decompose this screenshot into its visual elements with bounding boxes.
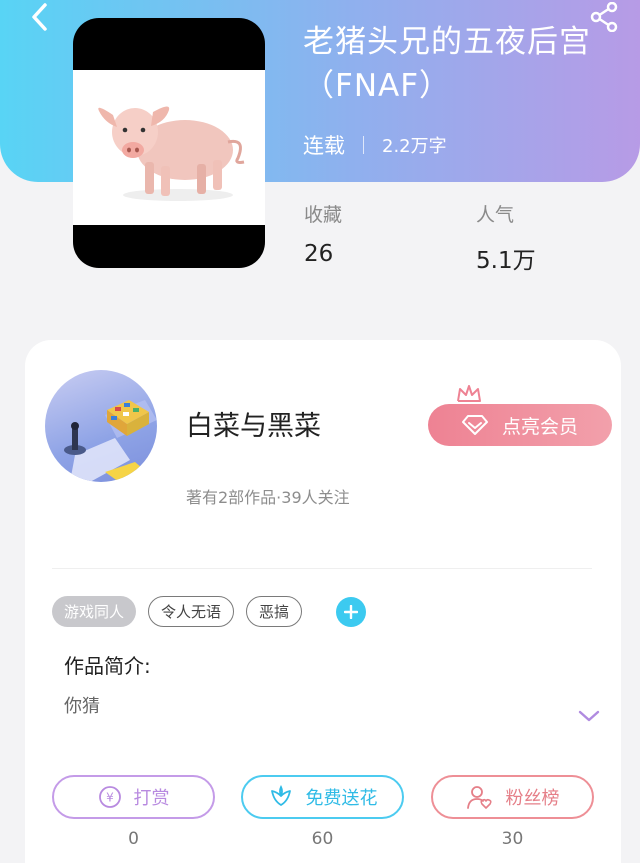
send-flower-button[interactable]: 免费送花 (241, 775, 404, 819)
stat-popularity: 人气 5.1万 (476, 200, 536, 275)
tag-item[interactable]: 恶搞 (246, 596, 303, 627)
vip-button[interactable]: 点亮会员 (428, 404, 612, 446)
book-status-row: 连载 2.2万字 (303, 130, 447, 160)
svg-text:¥: ¥ (106, 791, 114, 805)
avatar-image (64, 400, 157, 482)
stat-favorites: 收藏 26 (304, 200, 342, 267)
stat-popularity-value: 5.1万 (476, 248, 536, 274)
fans-ranking-button-label: 粉丝榜 (505, 788, 560, 809)
serialization-status: 连载 (303, 134, 345, 158)
book-title: 老猪头兄的五夜后宫（FNAF） (303, 24, 591, 104)
tag-item[interactable]: 游戏同人 (52, 596, 137, 627)
stat-popularity-label: 人气 (476, 204, 515, 226)
tag-item[interactable]: 令人无语 (148, 596, 235, 627)
author-avatar[interactable] (45, 370, 157, 482)
flower-count: 60 (311, 829, 334, 849)
add-tag-button[interactable] (336, 596, 367, 627)
stat-favorites-value: 26 (304, 241, 334, 267)
plus-icon (344, 604, 359, 619)
stat-favorites-label: 收藏 (304, 204, 343, 226)
chevron-down-icon (578, 710, 600, 722)
word-count: 2.2万字 (382, 136, 447, 157)
cover-image (73, 70, 265, 225)
flower-icon (268, 785, 294, 809)
fans-ranking-icon (466, 784, 494, 810)
pig-illustration (98, 106, 245, 201)
send-flower-button-label: 免费送花 (305, 788, 378, 809)
back-button[interactable] (22, 0, 56, 34)
diamond-icon (461, 414, 488, 436)
section-divider (52, 568, 592, 569)
status-divider (363, 136, 364, 154)
intro-title: 作品简介: (64, 654, 151, 678)
tip-count: 0 (128, 829, 139, 849)
author-name[interactable]: 白菜与黑菜 (186, 404, 321, 443)
book-cover[interactable] (73, 18, 265, 268)
tip-button-label: 打赏 (133, 788, 170, 809)
back-chevron-icon (32, 3, 47, 31)
author-meta: 著有2部作品·39人关注 (186, 488, 350, 507)
fans-count: 30 (501, 829, 524, 849)
fans-ranking-button[interactable]: 粉丝榜 (431, 775, 594, 819)
tag-list: 游戏同人 令人无语 恶搞 (52, 596, 367, 627)
vip-button-label: 点亮会员 (501, 415, 578, 438)
intro-text: 你猜 (64, 696, 100, 717)
tip-button[interactable]: ¥ 打赏 (52, 775, 215, 819)
expand-intro-button[interactable] (578, 708, 600, 727)
yen-coin-icon: ¥ (98, 785, 122, 809)
